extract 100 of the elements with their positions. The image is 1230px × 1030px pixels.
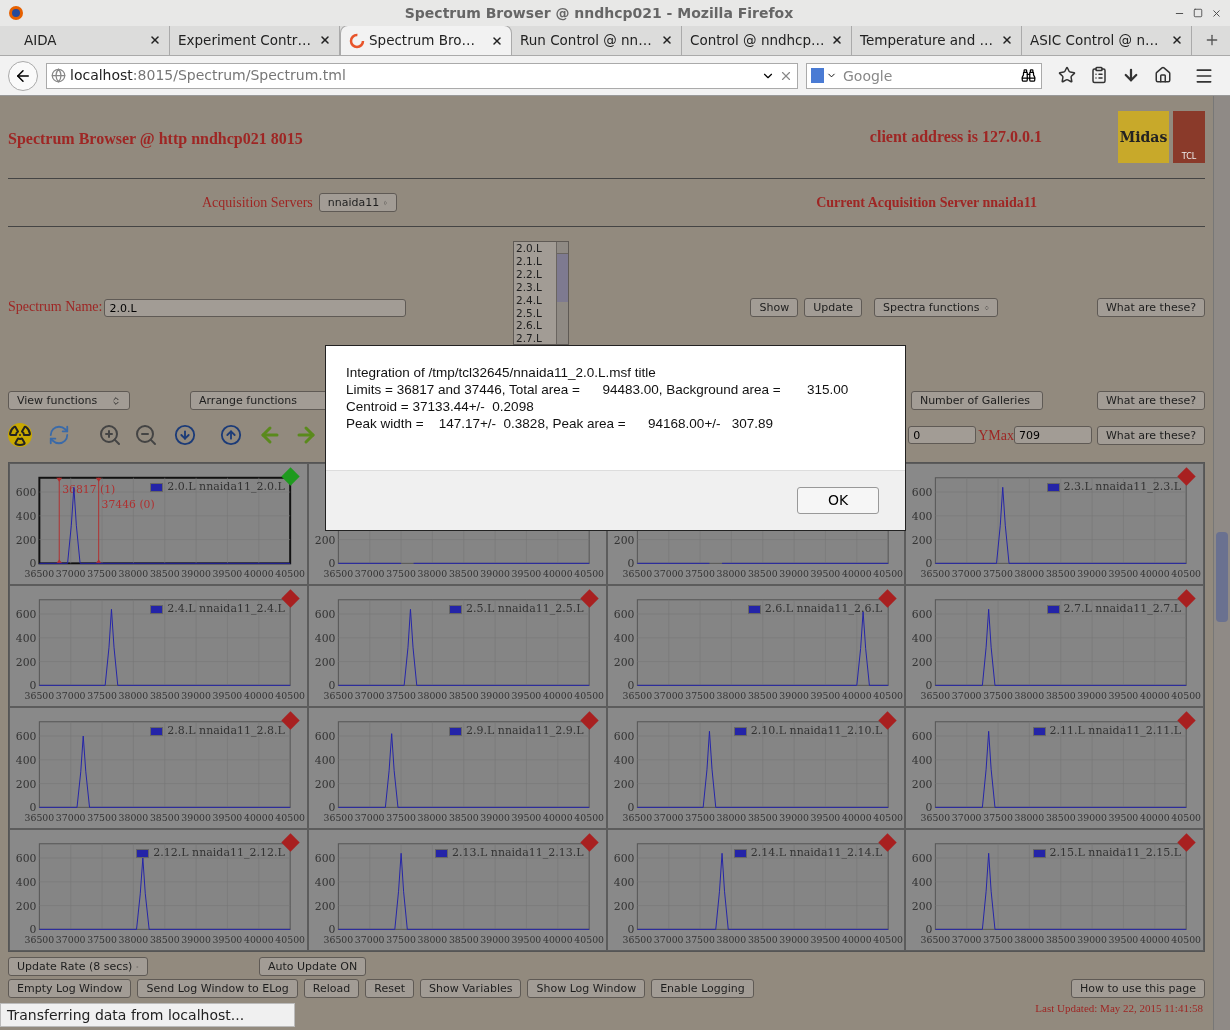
close-tab-icon[interactable] [1171,34,1183,46]
action-button[interactable]: Empty Log Window [8,979,132,998]
close-tab-icon[interactable] [831,34,843,46]
action-button[interactable]: Send Log Window to ELog [137,979,298,998]
x-tick-label: 38500 [1046,568,1076,580]
close-tab-icon[interactable] [149,34,161,46]
y-tick-label: 200 [613,777,634,791]
legend-swatch [1032,726,1046,736]
y-tick-label: 0 [29,923,37,937]
list-item[interactable]: 2.5.L [516,306,556,320]
browser-tab[interactable]: Temperature and … [852,25,1022,55]
y-tick-label: 200 [912,777,933,791]
x-tick-label: 37000 [354,568,385,580]
list-item[interactable]: 2.2.L [516,267,556,281]
y-tick-label: 200 [912,533,933,547]
list-item[interactable]: 2.7.L [516,332,556,344]
back-button[interactable] [8,60,38,91]
last-updated: Last Updated: May 22, 2015 11:41:58 [1035,1001,1203,1016]
result-line: Peak width = 147.17+/- 0.3828, Peak area = 94168.00+/- 307.89 [346,415,774,432]
x-tick-label: 37500 [684,812,715,824]
help-button[interactable]: What are these? [1096,298,1205,317]
help-button[interactable]: What are these? [1096,391,1205,410]
list-item[interactable]: 2.4.L [516,293,556,307]
x-tick-label: 39000 [480,812,510,824]
server-select[interactable]: nnaida11 [318,193,397,212]
action-button[interactable]: Reload [303,979,360,998]
list-item[interactable]: 2.6.L [516,319,556,333]
x-tick-label: 39500 [1108,690,1139,702]
x-tick-label: 40500 [574,934,604,946]
x-tick-label: 36500 [24,690,55,702]
action-button[interactable]: Show Variables [420,979,522,998]
list-item[interactable]: 2.1.L [516,254,556,268]
ok-button[interactable]: OK [797,487,879,514]
new-tab-icon[interactable] [1204,32,1220,48]
marker-handle-drawing[interactable] [56,477,63,564]
x-tick-label: 38500 [747,690,778,702]
radiation-icon[interactable] [8,423,32,447]
spectra-functions-select[interactable]: Spectra functions [874,298,998,317]
close-tab-icon[interactable] [319,34,331,46]
close-tab-icon[interactable] [1001,34,1013,46]
bookmark-star-icon[interactable] [1058,65,1076,84]
y-tick-label: 600 [912,607,933,621]
x-tick-label: 38000 [417,934,447,946]
x-tick-label: 38000 [417,568,447,580]
action-button[interactable]: Reset [365,979,414,998]
x-tick-label: 38000 [1014,812,1045,824]
x-tick-label: 39000 [480,690,510,702]
maximize-icon[interactable] [1193,7,1203,18]
x-tick-label: 38500 [448,812,479,824]
address-field[interactable]: localhost:8015/Spectrum/Spectrum.tml [46,62,798,89]
x-tick-label: 38500 [747,568,778,580]
search-field[interactable]: Google [806,62,1042,89]
x-tick-label: 38500 [149,812,180,824]
ymax-field[interactable]: 709 [1013,426,1092,444]
zoom-out-icon[interactable] [134,423,158,447]
x-tick-label: 39500 [511,690,542,702]
help-page-button[interactable]: How to use this page [1070,979,1205,998]
x-tick-label: 38500 [448,690,479,702]
x-tick-label: 38500 [448,934,479,946]
close-tab-icon[interactable] [661,34,673,46]
update-rate-select[interactable]: Update Rate (8 secs) [8,957,148,976]
page-scrollbar[interactable] [1213,96,1230,1030]
list-item[interactable]: 2.0.L [516,242,556,255]
up-circle-icon[interactable] [220,424,242,446]
home-icon[interactable] [1154,65,1172,84]
x-tick-label: 37000 [55,812,86,824]
browser-tab[interactable]: AIDA [0,25,170,55]
action-button[interactable]: Enable Logging [651,979,754,998]
y-tick-label: 200 [912,899,933,913]
auto-update-button[interactable]: Auto Update ON [259,957,367,976]
action-button[interactable]: Update [804,298,862,317]
x-tick-label: 40500 [574,812,604,824]
browser-tab[interactable]: Run Control @ nn… [512,25,682,55]
x-tick-label: 39500 [511,812,542,824]
ymax-label: YMax [978,426,1014,445]
browser-tab[interactable]: ASIC Control @ n… [1022,25,1192,55]
number-of-galleries-select[interactable]: Number of Galleries [910,391,1043,410]
close-tab-icon[interactable] [491,34,503,47]
reading-list-icon[interactable] [1090,65,1108,84]
zoom-in-icon[interactable] [98,423,122,447]
list-item[interactable]: 2.3.L [516,280,556,294]
x-tick-label: 40500 [275,812,305,824]
x-tick-label: 39000 [778,812,809,824]
view-functions-select[interactable]: View functions [8,391,130,410]
marker-handle-drawing[interactable] [95,477,102,564]
spectrum-name-field[interactable]: 2.0.L [104,299,407,317]
scrollbar[interactable] [556,242,568,344]
y-tick-label: 400 [912,875,933,889]
x-tick-label: 40000 [244,812,274,824]
ymin-field[interactable]: 0 [908,426,977,444]
down-circle-icon[interactable] [174,424,196,446]
help-button[interactable]: What are these? [1096,425,1205,445]
browser-tab[interactable]: Spectrum Bro… [340,25,512,55]
action-button[interactable]: Show Log Window [527,979,646,998]
spectrum-list[interactable]: 2.0.L 2.1.L 2.2.L 2.3.L 2.4.L 2.5.L 2.6.L 2.7.L [513,241,569,345]
browser-tab[interactable]: Control @ nndhcp… [682,25,852,55]
close-icon[interactable] [1211,7,1222,19]
y-tick-label: 600 [15,729,37,743]
action-button[interactable]: Show [750,298,799,317]
x-tick-label: 38000 [716,934,746,946]
